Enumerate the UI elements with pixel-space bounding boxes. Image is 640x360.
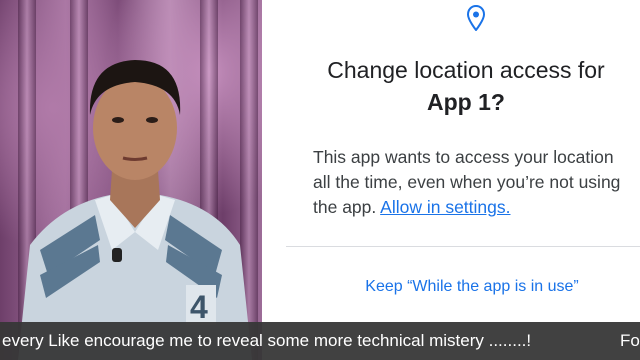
dialog-message: This app wants to access your location a… — [313, 145, 633, 220]
ticker-text: every Like encourage me to reveal some m… — [2, 331, 532, 350]
dialog-divider — [286, 246, 640, 247]
dialog-title-app-name: App 1? — [427, 89, 505, 115]
presenter-video: 4 — [0, 0, 262, 360]
presenter-figure: 4 — [18, 60, 252, 360]
svg-text:4: 4 — [190, 289, 208, 325]
keep-while-in-use-button[interactable]: Keep “While the app is in use” — [322, 272, 622, 302]
permission-dialog: Change location access for App 1? This a… — [262, 0, 640, 360]
scrolling-ticker: every Like encourage me to reveal some m… — [0, 322, 640, 360]
dialog-title: Change location access for — [327, 57, 605, 83]
location-pin-icon — [467, 5, 485, 31]
ticker-text-next: Fo — [620, 331, 640, 350]
allow-in-settings-link[interactable]: Allow in settings. — [380, 197, 510, 217]
